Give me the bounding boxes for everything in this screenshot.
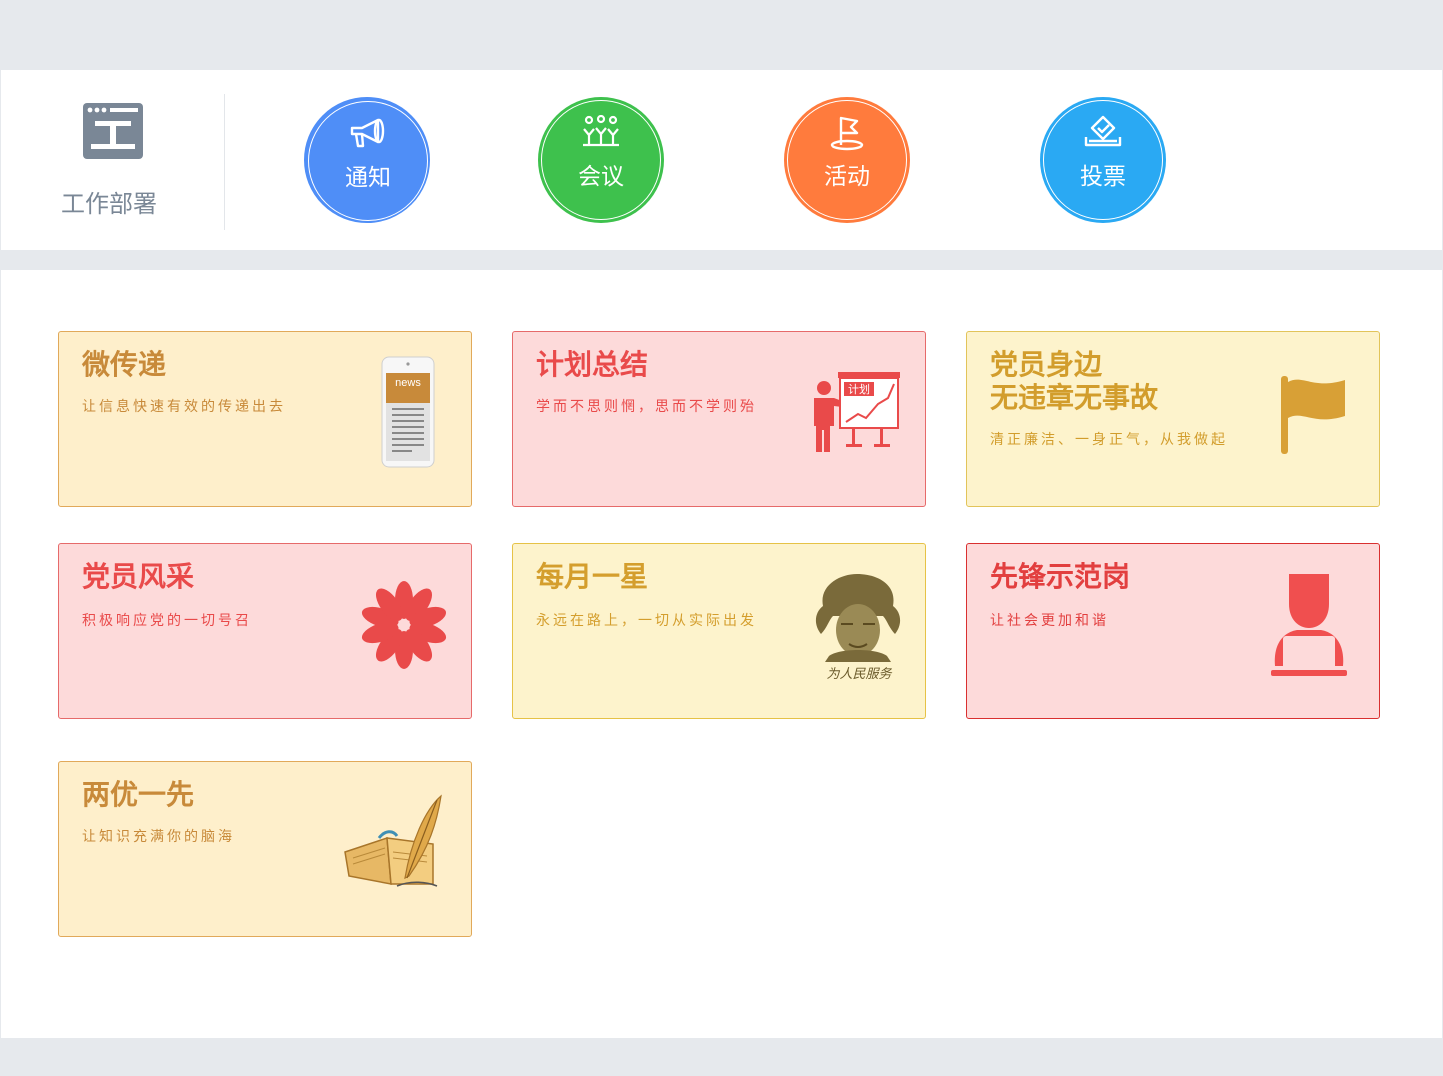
card-dang-yuan-shen-bian[interactable]: 党员身边 无违章无事故 清正廉洁、一身正气，从我做起 — [966, 331, 1380, 507]
content-panel: 微传递 让信息快速有效的传递出去 news 计划总结 学而不思则惘，思而不学则殆… — [1, 270, 1442, 1038]
card-subtitle: 学而不思则惘，思而不学则殆 — [536, 399, 757, 415]
flower-icon — [359, 580, 449, 674]
card-title: 每月一星 — [536, 560, 649, 593]
flag-icon — [1279, 376, 1347, 458]
phone-news-icon: news — [381, 356, 435, 472]
ballot-box-icon — [1083, 115, 1123, 153]
top-band — [0, 0, 1443, 70]
plan-text: 计划 — [848, 383, 870, 396]
notice-label: 通知 — [345, 165, 391, 191]
card-mei-yue-yi-xing[interactable]: 每月一星 永远在路上，一切从实际出发 为人民服务 — [512, 543, 926, 719]
card-title-line2: 无违章无事故 — [990, 381, 1159, 414]
portrait-caption: 为人民服务 — [826, 667, 892, 682]
bottom-band — [0, 1038, 1443, 1076]
card-subtitle: 积极响应党的一切号召 — [82, 613, 252, 629]
vote-button[interactable]: 投票 — [1040, 97, 1166, 223]
quick-actions-panel: 工作部署 通知 会议 活动 投票 — [1, 70, 1442, 250]
card-subtitle: 清正廉洁、一身正气，从我做起 — [990, 432, 1228, 448]
section-title: 工作部署 — [61, 190, 157, 218]
section-header: 工作部署 — [1, 70, 225, 250]
presenter-chart-icon: 计划 — [808, 370, 904, 458]
card-title: 两优一先 — [82, 778, 195, 811]
person-laptop-icon — [1269, 570, 1349, 682]
flag-activity-icon — [827, 115, 867, 155]
news-text: news — [395, 377, 421, 389]
card-title: 党员风采 — [82, 560, 195, 593]
card-subtitle: 永远在路上，一切从实际出发 — [536, 613, 757, 629]
activity-label: 活动 — [824, 164, 870, 190]
activity-button[interactable]: 活动 — [784, 97, 910, 223]
card-title: 微传递 — [82, 348, 167, 381]
meeting-icon — [581, 114, 621, 153]
card-subtitle: 让社会更加和谐 — [990, 613, 1109, 629]
card-dang-yuan-feng-cai[interactable]: 党员风采 积极响应党的一切号召 — [58, 543, 472, 719]
card-xian-feng-shi-fan-gang[interactable]: 先锋示范岗 让社会更加和谐 — [966, 543, 1380, 719]
card-wei-chuan-di[interactable]: 微传递 让信息快速有效的传递出去 news — [58, 331, 472, 507]
notice-button[interactable]: 通知 — [304, 97, 430, 223]
card-liang-you-yi-xian[interactable]: 两优一先 让知识充满你的脑海 — [58, 761, 472, 937]
meeting-button[interactable]: 会议 — [538, 97, 664, 223]
card-title: 先锋示范岗 — [990, 560, 1131, 593]
card-ji-hua-zong-jie[interactable]: 计划总结 学而不思则惘，思而不学则殆 计划 — [512, 331, 926, 507]
vote-label: 投票 — [1080, 164, 1126, 190]
megaphone-icon — [348, 116, 388, 154]
card-subtitle: 让信息快速有效的传递出去 — [82, 399, 286, 415]
meeting-label: 会议 — [578, 164, 624, 190]
card-subtitle: 让知识充满你的脑海 — [82, 829, 235, 845]
portrait-icon: 为人民服务 — [809, 572, 907, 688]
work-deploy-icon — [83, 103, 143, 163]
divider — [224, 94, 225, 230]
card-title-line1: 党员身边 — [990, 348, 1103, 381]
book-quill-icon — [341, 792, 445, 892]
card-title: 计划总结 — [536, 348, 649, 381]
